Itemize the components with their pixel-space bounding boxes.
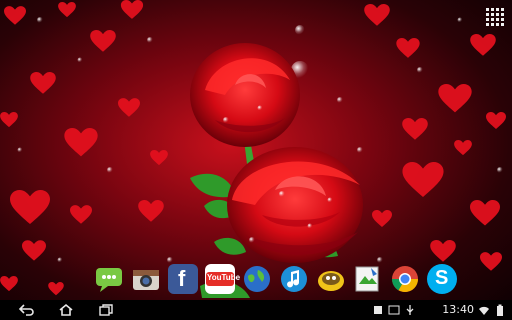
globe-icon[interactable] bbox=[242, 264, 272, 294]
home-icon[interactable] bbox=[58, 303, 74, 317]
usb-icon bbox=[406, 305, 414, 315]
music-icon[interactable] bbox=[279, 264, 309, 294]
gallery-icon[interactable] bbox=[353, 264, 383, 294]
screenshot-icon bbox=[388, 305, 400, 315]
bottom-rose bbox=[227, 147, 363, 263]
top-rose bbox=[190, 43, 300, 147]
skype-icon[interactable]: S bbox=[427, 264, 457, 294]
wallpaper bbox=[0, 0, 506, 298]
notes-icon[interactable] bbox=[316, 264, 346, 294]
camera-icon[interactable] bbox=[131, 264, 161, 294]
back-icon[interactable] bbox=[18, 303, 34, 317]
facebook-icon[interactable]: f bbox=[168, 264, 198, 294]
messaging-icon[interactable] bbox=[94, 264, 124, 294]
recent-apps-icon[interactable] bbox=[98, 303, 114, 317]
battery-icon bbox=[497, 304, 503, 316]
app-dock: f YouTube S bbox=[94, 264, 457, 294]
clock: 13:40 bbox=[442, 303, 474, 316]
wifi-icon bbox=[479, 306, 489, 315]
app-drawer-button[interactable] bbox=[486, 8, 504, 26]
notification-icon[interactable] bbox=[372, 304, 384, 316]
chrome-icon[interactable] bbox=[390, 264, 420, 294]
youtube-icon[interactable]: YouTube bbox=[205, 264, 240, 294]
system-bar: 13:40 bbox=[0, 300, 512, 320]
